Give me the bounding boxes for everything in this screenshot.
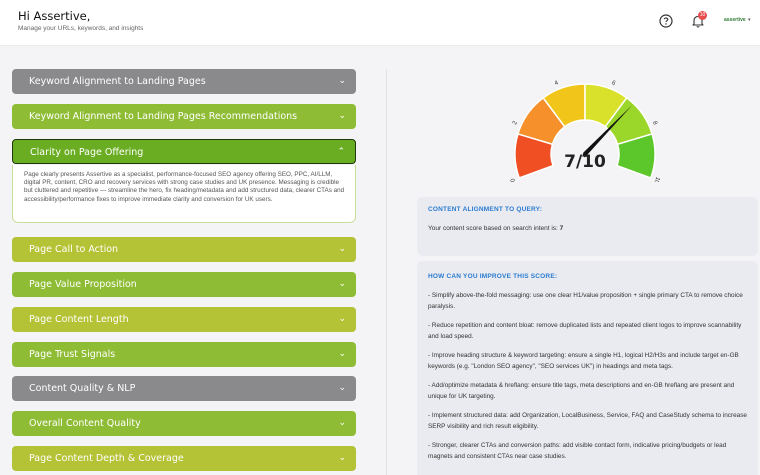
- accordion-page-content-depth-coverage[interactable]: Page Content Depth & Coverage ⌄: [12, 446, 356, 471]
- chevron-down-icon: ⌄: [338, 349, 346, 359]
- accordion-label: Page Content Depth & Coverage: [29, 453, 184, 464]
- accordion-label: Keyword Alignment to Landing Pages Recom…: [29, 111, 298, 122]
- gauge-tick-label: 0: [510, 177, 517, 182]
- accordion-label: Clarity on Page Offering: [30, 147, 144, 158]
- improve-tip: - Stronger, clearer CTAs and conversion …: [428, 442, 727, 460]
- username[interactable]: assertive: [724, 17, 746, 23]
- accordion-label: Page Value Proposition: [29, 279, 137, 290]
- gauge-tick-label: 4: [554, 80, 560, 87]
- help-circle-icon[interactable]: [658, 13, 674, 29]
- column-divider: [386, 69, 387, 475]
- accordion-label: Page Trust Signals: [29, 349, 116, 360]
- improve-tip: - Improve heading structure & keyword ta…: [428, 352, 739, 370]
- improve-tip: - Add/optimize metadata & hreflang: ensu…: [428, 382, 735, 400]
- chevron-down-icon: ⌄: [338, 244, 346, 254]
- improve-tip: - Implement structured data: add Organiz…: [428, 412, 747, 430]
- accordion-page-content-length[interactable]: Page Content Length ⌄: [12, 307, 356, 332]
- accordion-overall-content-quality[interactable]: Overall Content Quality ⌄: [12, 411, 356, 436]
- accordion-label: Page Call to Action: [29, 244, 119, 255]
- accordion-label: Content Quality & NLP: [29, 383, 136, 394]
- accordion-label: Keyword Alignment to Landing Pages: [29, 76, 206, 87]
- accordion-page-trust-signals[interactable]: Page Trust Signals ⌄: [12, 342, 356, 367]
- greeting: Hi Assertive,: [18, 9, 91, 23]
- gauge-tick-label: 10: [652, 176, 660, 182]
- chevron-down-icon: ⌄: [338, 383, 346, 393]
- accordion-label: Page Content Length: [29, 314, 129, 325]
- alignment-body-prefix: Your content score based on search inten…: [428, 225, 560, 232]
- chevron-down-icon: ⌄: [338, 453, 346, 463]
- accordion-page-call-to-action[interactable]: Page Call to Action ⌄: [12, 237, 356, 262]
- chevron-down-icon: ⌄: [338, 76, 346, 86]
- content-alignment-body: Your content score based on search inten…: [428, 225, 563, 232]
- gauge-tick-label: 8: [651, 120, 658, 126]
- gauge-tick-label: 6: [611, 80, 617, 87]
- accordion-content-quality-nlp[interactable]: Content Quality & NLP ⌄: [12, 376, 356, 401]
- chevron-down-icon: ⌄: [338, 279, 346, 289]
- chevron-down-icon: ⌄: [338, 111, 346, 121]
- notification-badge: 10: [698, 11, 707, 20]
- accordion-keyword-alignment-recommendations[interactable]: Keyword Alignment to Landing Pages Recom…: [12, 104, 356, 129]
- accordion-panel-clarity: Page clearly presents Assertive as a spe…: [12, 165, 356, 223]
- chevron-down-icon: ⌄: [338, 314, 346, 324]
- gauge-tick-label: 2: [512, 120, 519, 126]
- accordion-page-value-proposition[interactable]: Page Value Proposition ⌄: [12, 272, 356, 297]
- improve-score-title: HOW CAN YOU IMPROVE THIS SCORE:: [428, 273, 558, 280]
- header-subtitle: Manage your URLs, keywords, and insights: [18, 25, 144, 32]
- top-header: Hi Assertive, Manage your URLs, keywords…: [0, 0, 760, 46]
- improve-tip: - Simplify above-the-fold messaging: use…: [428, 292, 743, 310]
- alignment-score-value: 7: [559, 225, 564, 232]
- accordion-keyword-alignment[interactable]: Keyword Alignment to Landing Pages ⌄: [12, 69, 356, 94]
- accordion-clarity-on-page-offering[interactable]: Clarity on Page Offering ⌃: [12, 139, 356, 164]
- chevron-up-icon: ⌃: [337, 147, 345, 157]
- improve-tip: - Reduce repetition and content bloat: r…: [428, 322, 742, 340]
- accordion-label: Overall Content Quality: [29, 418, 141, 429]
- chevron-down-icon: ⌄: [338, 418, 346, 428]
- content-alignment-title: CONTENT ALIGNMENT TO QUERY:: [428, 206, 543, 213]
- gauge-score-label: 7/10: [564, 152, 606, 172]
- chevron-down-icon[interactable]: ▾: [748, 17, 751, 23]
